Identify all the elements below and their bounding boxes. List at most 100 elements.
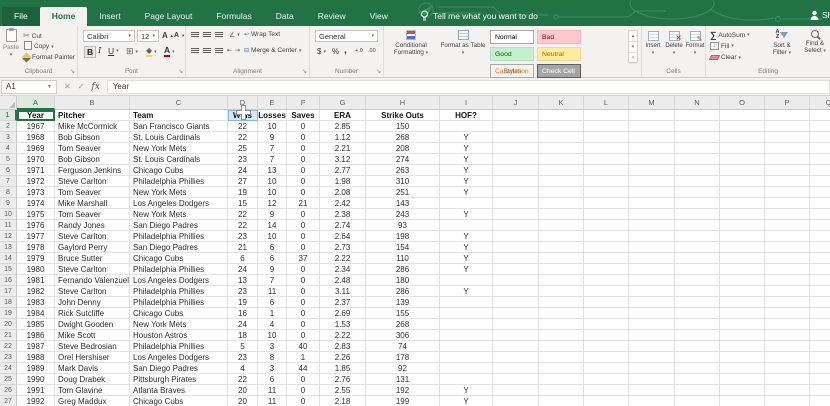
cut-button[interactable]: ✂ Cut <box>23 32 42 40</box>
column-header-C[interactable]: C <box>130 96 228 110</box>
column-header-F[interactable]: F <box>287 96 320 110</box>
insert-cells-button[interactable]: Insert ▾ <box>643 31 663 57</box>
autosum-button[interactable]: ∑ AutoSum ▾ <box>710 31 750 40</box>
cell-L14[interactable] <box>584 253 629 264</box>
cell-J14[interactable] <box>493 253 539 264</box>
column-header-B[interactable]: B <box>55 96 130 110</box>
cell-I1[interactable]: HOF? <box>440 110 493 121</box>
cell-J24[interactable] <box>493 363 539 374</box>
cell-P19[interactable] <box>765 308 810 319</box>
cell-M9[interactable] <box>629 198 675 209</box>
italic-button[interactable]: I <box>98 46 101 56</box>
cell-N3[interactable] <box>675 132 720 143</box>
cell-J19[interactable] <box>493 308 539 319</box>
cell-M20[interactable] <box>629 319 675 330</box>
cell-H23[interactable]: 178 <box>366 352 440 363</box>
cell-G7[interactable]: 1.98 <box>320 176 366 187</box>
cell-C10[interactable]: New York Mets <box>130 209 228 220</box>
cell-H12[interactable]: 198 <box>366 231 440 242</box>
cell-K25[interactable] <box>539 374 584 385</box>
cell-B22[interactable]: Steve Bedrosian <box>55 341 130 352</box>
cell-C19[interactable]: Chicago Cubs <box>130 308 228 319</box>
cell-O16[interactable] <box>720 275 765 286</box>
cell-E11[interactable]: 14 <box>258 220 287 231</box>
cell-I13[interactable]: Y <box>440 242 493 253</box>
cell-I14[interactable]: Y <box>440 253 493 264</box>
cell-A5[interactable]: 1970 <box>17 154 55 165</box>
cell-H9[interactable]: 143 <box>366 198 440 209</box>
cell-J17[interactable] <box>493 286 539 297</box>
cell-C4[interactable]: New York Mets <box>130 143 228 154</box>
cell-P1[interactable] <box>765 110 810 121</box>
cell-O8[interactable] <box>720 187 765 198</box>
cell-E12[interactable]: 10 <box>258 231 287 242</box>
cell-L11[interactable] <box>584 220 629 231</box>
tab-file[interactable]: File <box>2 7 40 26</box>
cell-A18[interactable]: 1983 <box>17 297 55 308</box>
cell-B23[interactable]: Orel Hershiser <box>55 352 130 363</box>
align-middle-icon[interactable] <box>203 32 211 37</box>
cell-F6[interactable]: 0 <box>287 165 320 176</box>
cell-J1[interactable] <box>493 110 539 121</box>
cell-L16[interactable] <box>584 275 629 286</box>
cell-D17[interactable]: 23 <box>228 286 258 297</box>
cell-G12[interactable]: 2.64 <box>320 231 366 242</box>
cell-O3[interactable] <box>720 132 765 143</box>
cell-I19[interactable] <box>440 308 493 319</box>
tab-home[interactable]: Home <box>39 7 88 26</box>
cell-E14[interactable]: 6 <box>258 253 287 264</box>
align-top-icon[interactable] <box>191 32 199 37</box>
cell-N27[interactable] <box>675 396 720 406</box>
cell-G19[interactable]: 2.69 <box>320 308 366 319</box>
cell-K24[interactable] <box>539 363 584 374</box>
gallery-more-button[interactable]: ▿ <box>629 53 637 64</box>
cell-P2[interactable] <box>765 121 810 132</box>
cell-Q3[interactable] <box>810 132 830 143</box>
row-header-22[interactable]: 22 <box>0 341 17 352</box>
cell-E22[interactable]: 3 <box>258 341 287 352</box>
cell-C1[interactable]: Team <box>130 110 228 121</box>
cell-H17[interactable]: 286 <box>366 286 440 297</box>
cell-D10[interactable]: 22 <box>228 209 258 220</box>
cell-B18[interactable]: John Denny <box>55 297 130 308</box>
cell-O19[interactable] <box>720 308 765 319</box>
cell-P7[interactable] <box>765 176 810 187</box>
column-header-G[interactable]: G <box>320 96 366 110</box>
cell-B16[interactable]: Fernando Valenzuela <box>55 275 130 286</box>
cell-N6[interactable] <box>675 165 720 176</box>
cell-N4[interactable] <box>675 143 720 154</box>
cell-A7[interactable]: 1972 <box>17 176 55 187</box>
cell-C18[interactable]: Philadelphia Phillies <box>130 297 228 308</box>
cell-I9[interactable] <box>440 198 493 209</box>
cell-Q7[interactable] <box>810 176 830 187</box>
cell-D21[interactable]: 18 <box>228 330 258 341</box>
cell-P22[interactable] <box>765 341 810 352</box>
cell-M14[interactable] <box>629 253 675 264</box>
cell-C20[interactable]: New York Mets <box>130 319 228 330</box>
cell-A2[interactable]: 1967 <box>17 121 55 132</box>
cell-I7[interactable]: Y <box>440 176 493 187</box>
cell-J26[interactable] <box>493 385 539 396</box>
tab-data[interactable]: Data <box>264 7 306 26</box>
cell-I4[interactable]: Y <box>440 143 493 154</box>
row-header-10[interactable]: 10 <box>0 209 17 220</box>
cell-O9[interactable] <box>720 198 765 209</box>
cell-E25[interactable]: 6 <box>258 374 287 385</box>
column-header-M[interactable]: M <box>629 96 675 110</box>
cell-K13[interactable] <box>539 242 584 253</box>
format-painter-button[interactable]: Format Painter <box>21 52 75 63</box>
row-header-27[interactable]: 27 <box>0 396 17 406</box>
cell-J4[interactable] <box>493 143 539 154</box>
cell-E7[interactable]: 10 <box>258 176 287 187</box>
cell-N20[interactable] <box>675 319 720 330</box>
cell-I24[interactable] <box>440 363 493 374</box>
cell-D3[interactable]: 22 <box>228 132 258 143</box>
cell-N5[interactable] <box>675 154 720 165</box>
row-header-24[interactable]: 24 <box>0 363 17 374</box>
cell-Q15[interactable] <box>810 264 830 275</box>
cell-M12[interactable] <box>629 231 675 242</box>
row-header-19[interactable]: 19 <box>0 308 17 319</box>
cell-J10[interactable] <box>493 209 539 220</box>
increase-decimal-button[interactable]: +.0 <box>355 48 363 54</box>
column-header-Q[interactable]: Q <box>810 96 830 110</box>
